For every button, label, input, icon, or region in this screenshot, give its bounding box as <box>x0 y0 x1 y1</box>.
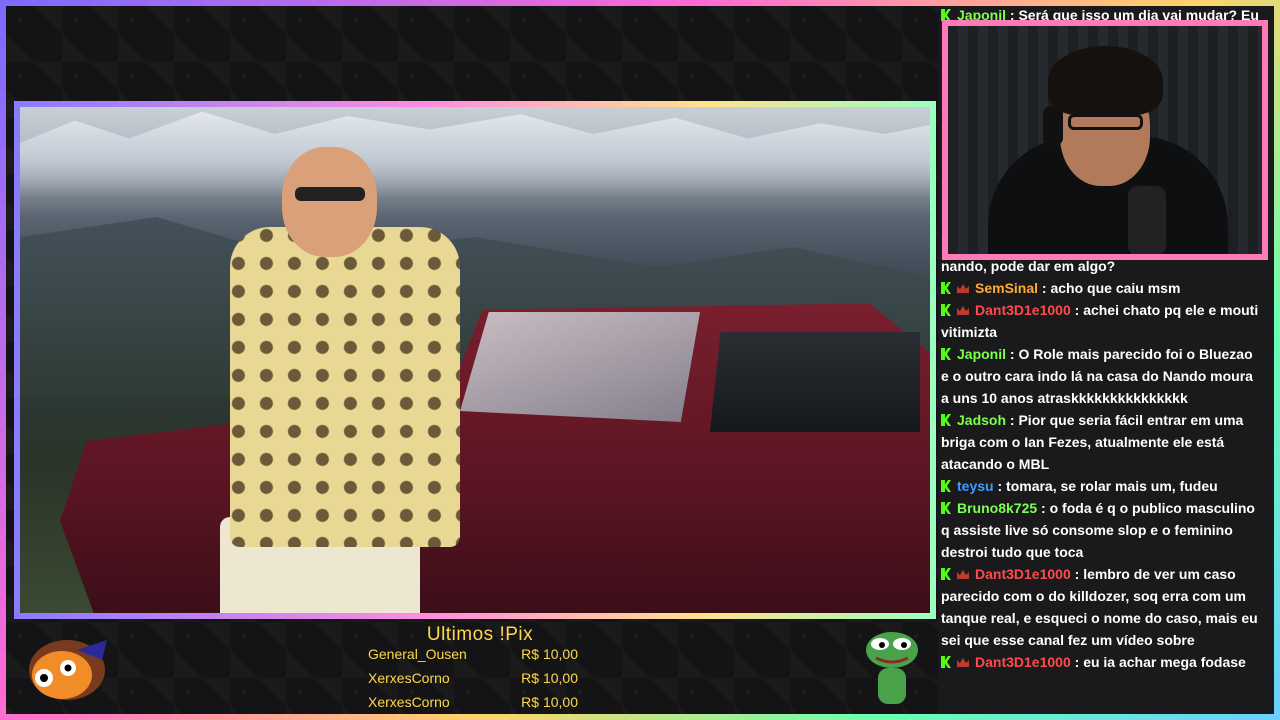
chat-text: eu ia achar mega fodase <box>1083 654 1246 670</box>
car-side-window <box>710 332 920 432</box>
chat-message: Jadsoh : Pior que seria fácil entrar em … <box>941 412 1244 472</box>
crown-badge-icon <box>957 570 969 579</box>
kick-badge-icon <box>941 414 951 426</box>
kick-badge-icon <box>941 348 951 360</box>
chat-message: teysu : tomara, se rolar mais um, fudeu <box>941 475 1270 497</box>
chat-message: Dant3D1e1000 : lembro de ver um caso par… <box>941 566 1258 648</box>
chat-username[interactable]: Jadsoh <box>957 412 1006 428</box>
chat-username[interactable]: teysu <box>957 478 994 494</box>
man-shirt <box>230 227 460 547</box>
kick-badge-icon <box>941 282 951 294</box>
pix-amount: R$ 10,00 <box>521 646 578 662</box>
streamer-glasses <box>1068 114 1143 130</box>
man-head <box>282 147 377 257</box>
streamer-hair <box>1048 46 1163 116</box>
chat-text: tomara, se rolar mais um, fudeu <box>1006 478 1218 494</box>
pepe-frog-icon <box>866 632 918 704</box>
man-sunglasses <box>295 187 365 201</box>
crown-badge-icon <box>957 658 969 667</box>
chat-username[interactable]: Dant3D1e1000 <box>975 654 1071 670</box>
chat-message: Japonil : O Role mais parecido foi o Blu… <box>941 346 1253 406</box>
main-video[interactable] <box>20 107 930 613</box>
chat-username[interactable]: Bruno8k725 <box>957 500 1037 516</box>
pix-row: General_Ousen R$ 10,00 <box>368 646 578 668</box>
pix-amount: R$ 10,00 <box>521 694 578 710</box>
pix-title: Ultimos !Pix <box>426 624 534 645</box>
car-windshield <box>460 312 700 422</box>
pix-row: XerxesCorno R$ 10,00 <box>368 670 578 692</box>
kick-badge-icon <box>941 568 951 580</box>
mascot-sticker-icon <box>29 640 107 700</box>
kick-badge-icon <box>941 480 951 492</box>
chat-message: Dant3D1e1000 : eu ia achar mega fodase <box>941 651 1270 673</box>
pix-name: XerxesCorno <box>368 670 450 686</box>
microphone-icon <box>1128 186 1166 254</box>
crown-badge-icon <box>957 284 969 293</box>
chat-username[interactable]: SemSinal <box>975 280 1038 296</box>
webcam-frame <box>942 20 1268 260</box>
chat-username[interactable]: Dant3D1e1000 <box>975 302 1071 318</box>
kick-badge-icon <box>941 502 951 514</box>
pix-name: XerxesCorno <box>368 694 450 710</box>
chat-username[interactable]: Japonil <box>957 346 1006 362</box>
chat-text: acho que caiu msm <box>1050 280 1181 296</box>
headphones-icon <box>1043 106 1063 146</box>
chat-message: SemSinal : acho que caiu msm <box>941 277 1270 299</box>
chat-username[interactable]: Dant3D1e1000 <box>975 566 1071 582</box>
pix-name: General_Ousen <box>368 646 467 662</box>
chat-message: Bruno8k725 : o foda é q o publico mascul… <box>941 500 1255 560</box>
crown-badge-icon <box>957 306 969 315</box>
mountain-snow <box>20 111 930 197</box>
chat-text: nando, pode dar em algo? <box>941 258 1116 274</box>
chat-message: Dant3D1e1000 : achei chato pq ele e mout… <box>941 302 1259 340</box>
video-frame <box>14 101 936 619</box>
kick-badge-icon <box>941 656 951 668</box>
pix-amount: R$ 10,00 <box>521 670 578 686</box>
pix-row: XerxesCorno R$ 10,00 <box>368 694 578 716</box>
webcam-feed[interactable] <box>948 26 1262 254</box>
kick-badge-icon <box>941 304 951 316</box>
